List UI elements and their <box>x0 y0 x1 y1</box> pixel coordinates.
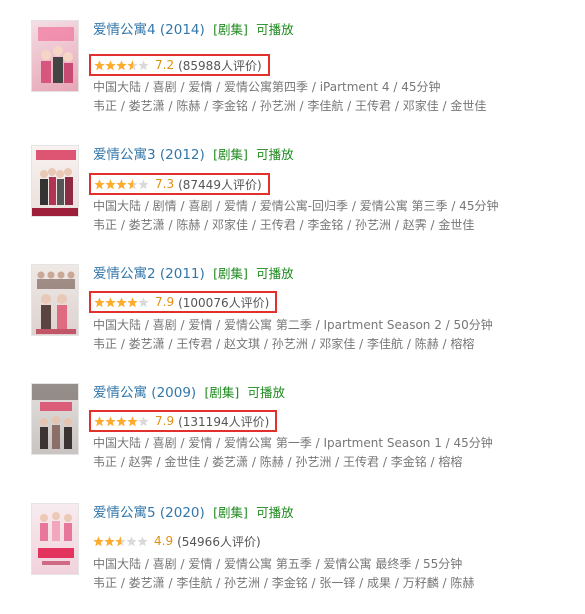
title-link[interactable]: 爱情公寓2 <box>93 266 156 282</box>
title-link[interactable]: 爱情公寓3 <box>93 147 156 163</box>
playable-tag[interactable]: 可播放 <box>248 385 286 400</box>
rating: 7.3 (87449人评价) <box>89 173 270 195</box>
poster-thumbnail[interactable] <box>31 264 79 336</box>
cast-list: 韦正 / 娄艺潇 / 陈赫 / 李金铭 / 孙艺洲 / 李佳航 / 王传君 / … <box>93 99 487 113</box>
rating: 7.9 (131194人评价) <box>89 410 278 432</box>
cast-list: 韦正 / 娄艺潇 / 李佳航 / 孙艺洲 / 李金铭 / 张一铎 / 成果 / … <box>93 576 475 590</box>
title-row: 爱情公寓3 (2012) [剧集] 可播放 <box>93 145 294 165</box>
category-tag[interactable]: [剧集] <box>213 505 248 520</box>
meta-info: 中国大陆 / 喜剧 / 爱情 / 爱情公寓 第二季 / Ipartment Se… <box>93 318 493 332</box>
category-tag[interactable]: [剧集] <box>213 22 248 37</box>
poster-thumbnail[interactable] <box>31 20 79 92</box>
playable-tag[interactable]: 可播放 <box>256 147 294 162</box>
rating-score: 7.3 <box>155 177 175 191</box>
year-label[interactable]: (2009) <box>151 385 196 401</box>
cast-list: 韦正 / 娄艺潇 / 陈赫 / 邓家佳 / 王传君 / 李金铭 / 孙艺洲 / … <box>93 218 475 232</box>
poster-thumbnail[interactable] <box>31 145 79 217</box>
title-row: 爱情公寓2 (2011) [剧集] 可播放 <box>93 264 294 284</box>
star-rating-icon <box>94 59 149 71</box>
star-rating-icon <box>94 178 149 190</box>
cast-list: 韦正 / 娄艺潇 / 王传君 / 赵文琪 / 孙艺洲 / 邓家佳 / 李佳航 /… <box>93 337 475 351</box>
meta-info: 中国大陆 / 喜剧 / 爱情 / 爱情公寓 第一季 / Ipartment Se… <box>93 436 493 450</box>
meta-info: 中国大陆 / 喜剧 / 爱情 / 爱情公寓第四季 / iPartment 4 /… <box>93 80 441 94</box>
poster-thumbnail[interactable] <box>31 503 79 575</box>
rating: 7.9 (100076人评价) <box>89 291 278 313</box>
rating-score: 7.9 <box>155 295 175 309</box>
rating: 7.2 (85988人评价) <box>89 54 270 76</box>
rating-score: 4.9 <box>154 534 174 548</box>
playable-tag[interactable]: 可播放 <box>256 22 294 37</box>
rating-count[interactable]: (87449人评价) <box>178 176 262 193</box>
result-item: 爱情公寓5 (2020) [剧集] 可播放 4.9 (54966人评价) 中国大… <box>0 503 585 603</box>
poster-thumbnail[interactable] <box>31 383 79 455</box>
title-link[interactable]: 爱情公寓4 <box>93 22 156 38</box>
result-item: 爱情公寓2 (2011) [剧集] 可播放 7.9 (100076人评价) 中国… <box>0 264 585 364</box>
meta-info: 中国大陆 / 喜剧 / 爱情 / 爱情公寓 第五季 / 爱情公寓 最终季 / 5… <box>93 557 463 571</box>
rating-count[interactable]: (131194人评价) <box>178 413 269 430</box>
star-rating-icon <box>93 535 148 547</box>
category-tag[interactable]: [剧集] <box>204 385 239 400</box>
result-item: 爱情公寓4 (2014) [剧集] 可播放 7.2 (85988人评价) 中国大… <box>0 20 585 120</box>
category-tag[interactable]: [剧集] <box>213 266 248 281</box>
rating: 4.9 (54966人评价) <box>93 531 261 551</box>
playable-tag[interactable]: 可播放 <box>256 266 294 281</box>
year-label[interactable]: (2011) <box>160 266 205 282</box>
rating-count[interactable]: (85988人评价) <box>178 57 262 74</box>
category-tag[interactable]: [剧集] <box>213 147 248 162</box>
rating-score: 7.9 <box>155 414 175 428</box>
title-link[interactable]: 爱情公寓 <box>93 385 147 401</box>
rating-count[interactable]: (54966人评价) <box>177 533 261 550</box>
year-label[interactable]: (2020) <box>160 505 205 521</box>
rating-score: 7.2 <box>155 58 175 72</box>
cast-list: 韦正 / 赵霁 / 金世佳 / 娄艺潇 / 陈赫 / 孙艺洲 / 王传君 / 李… <box>93 455 463 469</box>
title-row: 爱情公寓5 (2020) [剧集] 可播放 <box>93 503 294 523</box>
star-rating-icon <box>94 415 149 427</box>
result-item: 爱情公寓3 (2012) [剧集] 可播放 7.3 (87449人评价) 中国大… <box>0 145 585 245</box>
meta-info: 中国大陆 / 剧情 / 喜剧 / 爱情 / 爱情公寓-回归季 / 爱情公寓 第三… <box>93 199 499 213</box>
star-rating-icon <box>94 296 149 308</box>
year-label[interactable]: (2014) <box>160 22 205 38</box>
result-item: 爱情公寓 (2009) [剧集] 可播放 7.9 (131194人评价) 中国大… <box>0 383 585 483</box>
playable-tag[interactable]: 可播放 <box>256 505 294 520</box>
rating-count[interactable]: (100076人评价) <box>178 294 269 311</box>
year-label[interactable]: (2012) <box>160 147 205 163</box>
title-link[interactable]: 爱情公寓5 <box>93 505 156 521</box>
title-row: 爱情公寓 (2009) [剧集] 可播放 <box>93 383 285 403</box>
title-row: 爱情公寓4 (2014) [剧集] 可播放 <box>93 20 294 40</box>
search-results: 爱情公寓4 (2014) [剧集] 可播放 7.2 (85988人评价) 中国大… <box>0 0 585 614</box>
